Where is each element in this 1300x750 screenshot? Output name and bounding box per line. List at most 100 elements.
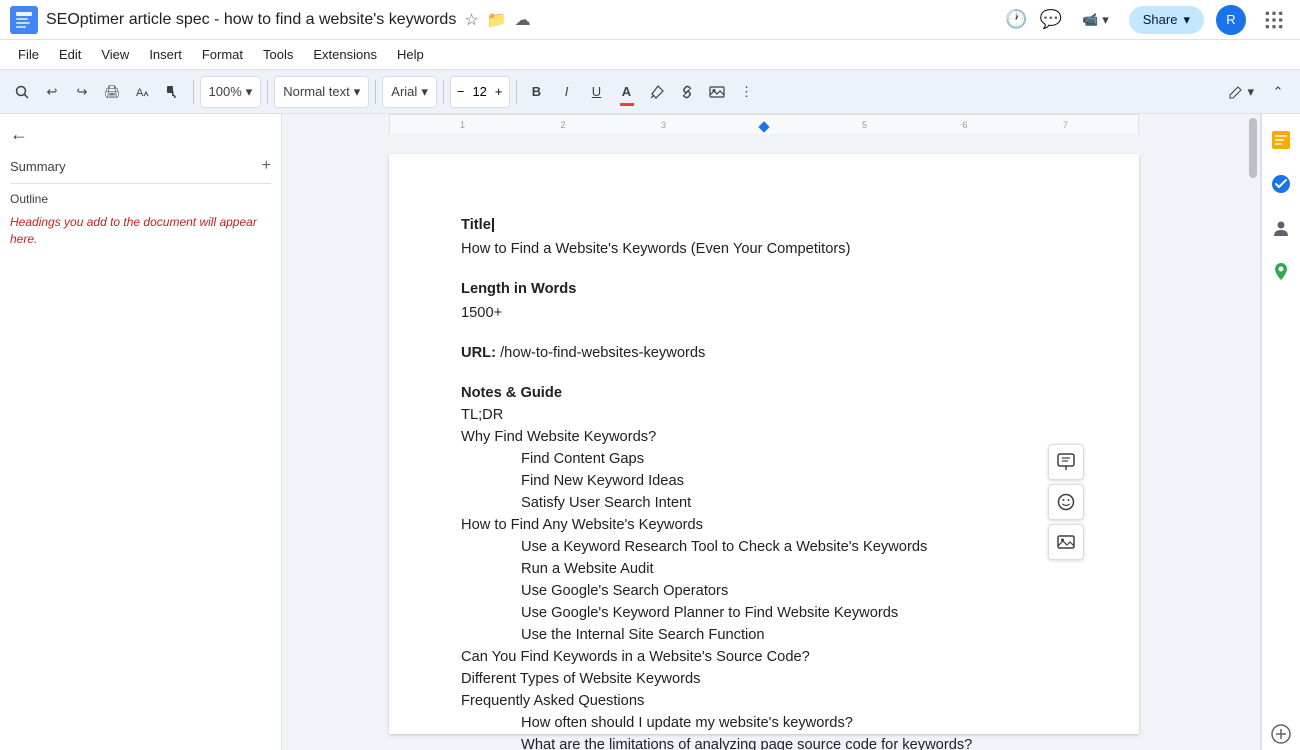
doc-line: Find Content Gaps	[521, 448, 1067, 470]
add-comment-float-button[interactable]	[1048, 444, 1084, 480]
title-icons: ☆ 📁 ☁	[464, 10, 530, 30]
sidebar-summary-label: Summary	[10, 159, 66, 174]
doc-line: Find New Keyword Ideas	[521, 470, 1067, 492]
decrease-font-button[interactable]: −	[455, 84, 467, 99]
highlight-color-button[interactable]	[643, 76, 671, 108]
undo-button[interactable]: ↩	[38, 76, 66, 108]
doc-line: Satisfy User Search Intent	[521, 492, 1067, 514]
contacts-person-icon[interactable]	[1265, 212, 1297, 244]
share-label: Share	[1143, 12, 1178, 27]
menu-view[interactable]: View	[93, 44, 137, 65]
text-style-dropdown-icon: ▾	[354, 84, 361, 100]
cloud-save-icon[interactable]: ☁	[515, 10, 531, 30]
menu-help[interactable]: Help	[389, 44, 432, 65]
google-apps-icon[interactable]	[1258, 4, 1290, 36]
meet-button[interactable]: 📹 ▾	[1074, 8, 1117, 32]
sidebar-outline-label: Outline	[10, 192, 271, 206]
floating-actions	[1048, 444, 1084, 560]
italic-button[interactable]: I	[553, 76, 581, 108]
menu-extensions[interactable]: Extensions	[305, 44, 385, 65]
sticky-note-icon[interactable]	[1265, 124, 1297, 156]
title-bar: SEOptimer article spec - how to find a w…	[0, 0, 1300, 40]
document-page[interactable]: Title How to Find a Website's Keywords (…	[389, 154, 1139, 734]
doc-line: Why Find Website Keywords?	[461, 426, 1067, 448]
bold-button[interactable]: B	[523, 76, 551, 108]
link-button[interactable]	[673, 76, 701, 108]
menu-format[interactable]: Format	[194, 44, 251, 65]
doc-url-row: URL: /how-to-find-websites-keywords	[461, 342, 1067, 364]
main-layout: ← Summary + Outline Headings you add to …	[0, 114, 1300, 750]
more-options-button[interactable]: ⋮	[733, 76, 761, 108]
sidebar-outline-hint: Headings you add to the document will ap…	[10, 214, 271, 248]
doc-notes-section: Notes & Guide	[461, 382, 1067, 404]
meet-icon: 📹	[1082, 12, 1098, 28]
toolbar: ↩ ↪ 🖨 A 100% ▾ Normal text ▾ Arial ▾ − 1…	[0, 70, 1300, 114]
maps-pin-icon[interactable]	[1265, 256, 1297, 288]
document-scroll[interactable]: Title How to Find a Website's Keywords (…	[282, 134, 1246, 750]
ruler-area: 1234567	[282, 114, 1246, 134]
doc-icon	[10, 6, 38, 34]
toolbar-separator-2	[267, 80, 268, 104]
font-dropdown[interactable]: Arial ▾	[382, 76, 437, 108]
font-color-bar	[620, 103, 634, 106]
image-float-button[interactable]	[1048, 524, 1084, 560]
redo-button[interactable]: ↪	[68, 76, 96, 108]
expand-panel-button[interactable]	[1265, 718, 1297, 750]
star-icon[interactable]: ☆	[464, 10, 478, 30]
tasks-checkmark-icon[interactable]	[1265, 168, 1297, 200]
folder-icon[interactable]: 📁	[487, 10, 507, 30]
share-button[interactable]: Share ▾	[1129, 6, 1204, 34]
collapse-toolbar-button[interactable]: ⌃	[1264, 76, 1292, 108]
doc-length-value: 1500+	[461, 302, 1067, 324]
doc-line: Can You Find Keywords in a Website's Sou…	[461, 646, 1067, 668]
font-size-controls[interactable]: − 12 +	[450, 76, 510, 108]
spell-check-button[interactable]: A	[129, 76, 157, 108]
doc-cursor	[492, 218, 494, 232]
document-area[interactable]: 1234567 Title How to Find a Website's Ke…	[282, 114, 1246, 750]
text-style-dropdown[interactable]: Normal text ▾	[274, 76, 369, 108]
doc-line: Frequently Asked Questions	[461, 690, 1067, 712]
title-right-actions: 🕐 💬 📹 ▾ Share ▾ R	[1005, 4, 1290, 36]
sidebar-divider	[10, 183, 271, 184]
zoom-dropdown[interactable]: 100% ▾	[200, 76, 262, 108]
menu-edit[interactable]: Edit	[51, 44, 89, 65]
paint-format-button[interactable]	[159, 76, 187, 108]
editing-mode-button[interactable]: ▾	[1223, 76, 1260, 108]
text-style-value: Normal text	[283, 84, 349, 99]
doc-line: Use a Keyword Research Tool to Check a W…	[521, 536, 1067, 558]
history-icon[interactable]: 🕐	[1005, 9, 1027, 30]
doc-title-value: How to Find a Website's Keywords (Even Y…	[461, 238, 1067, 260]
svg-text:A: A	[136, 87, 144, 99]
sidebar-back-button[interactable]: ←	[10, 124, 271, 145]
menu-bar: File Edit View Insert Format Tools Exten…	[0, 40, 1300, 70]
toolbar-separator-1	[193, 80, 194, 104]
font-color-button[interactable]: A	[613, 76, 641, 108]
avatar[interactable]: R	[1216, 5, 1246, 35]
content-and-right: 1234567 Title How to Find a Website's Ke…	[282, 114, 1300, 750]
emoji-float-button[interactable]	[1048, 484, 1084, 520]
font-size-value[interactable]: 12	[468, 84, 490, 99]
doc-title-label: Title	[461, 217, 491, 233]
print-button[interactable]: 🖨	[98, 76, 127, 108]
search-button[interactable]	[8, 76, 36, 108]
document-title: SEOptimer article spec - how to find a w…	[46, 11, 456, 29]
share-dropdown-icon: ▾	[1183, 12, 1190, 28]
doc-length-heading: Length in Words	[461, 278, 1067, 300]
increase-font-button[interactable]: +	[493, 84, 505, 99]
toolbar-separator-4	[443, 80, 444, 104]
left-sidebar: ← Summary + Outline Headings you add to …	[0, 114, 282, 750]
vertical-scrollbar[interactable]	[1246, 114, 1260, 750]
comment-icon[interactable]: 💬	[1040, 9, 1062, 30]
underline-button[interactable]: U	[583, 76, 611, 108]
doc-lines: TL;DRWhy Find Website Keywords?Find Cont…	[461, 404, 1067, 750]
doc-line: Use Google's Search Operators	[521, 580, 1067, 602]
menu-tools[interactable]: Tools	[255, 44, 301, 65]
menu-file[interactable]: File	[10, 44, 47, 65]
sidebar-add-button[interactable]: +	[262, 157, 271, 175]
scrollbar-thumb[interactable]	[1249, 118, 1257, 178]
doc-length-section: Length in Words 1500+	[461, 278, 1067, 324]
far-right-icons-panel	[1260, 114, 1300, 750]
insert-image-button[interactable]	[703, 76, 731, 108]
menu-insert[interactable]: Insert	[141, 44, 190, 65]
font-value: Arial	[391, 84, 417, 99]
